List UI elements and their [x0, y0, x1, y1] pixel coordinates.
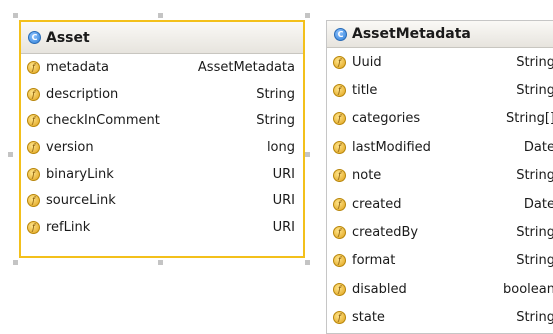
field-row[interactable]: f format String	[327, 247, 553, 275]
class-icon: C	[334, 27, 347, 41]
field-icon: f	[333, 311, 346, 325]
resize-handle-top-left[interactable]	[13, 13, 18, 18]
field-type: String	[516, 310, 553, 326]
field-row[interactable]: f lastModified Date	[327, 133, 553, 161]
field-icon: f	[333, 112, 346, 126]
resize-handle-middle-left[interactable]	[8, 152, 13, 157]
field-row[interactable]: f state String	[327, 304, 553, 332]
field-type: URI	[272, 193, 295, 209]
field-icon: f	[27, 220, 40, 234]
field-icon: f	[333, 140, 346, 154]
field-type: long	[266, 139, 295, 155]
field-row[interactable]: f description String	[21, 81, 303, 108]
field-type: String	[516, 253, 553, 269]
field-row[interactable]: f Uuid String	[327, 48, 553, 76]
field-icon: f	[27, 114, 40, 128]
field-row[interactable]: f created Date	[327, 190, 553, 218]
field-name: title	[352, 83, 378, 99]
field-row[interactable]: f refLink URI	[21, 214, 303, 241]
field-type: String	[516, 83, 553, 99]
field-type: Date	[523, 139, 553, 155]
field-type: boolean	[503, 281, 553, 297]
field-icon: f	[27, 167, 40, 181]
field-row[interactable]: f binaryLink URI	[21, 161, 303, 188]
field-icon: f	[333, 84, 346, 98]
resize-handle-top-middle[interactable]	[158, 13, 163, 18]
resize-handle-top-right[interactable]	[305, 13, 310, 18]
field-name: note	[352, 168, 382, 184]
field-icon: f	[27, 140, 40, 154]
field-icon: f	[333, 282, 346, 296]
field-type: String	[516, 225, 553, 241]
class-box-asset[interactable]: C Asset f metadata AssetMetadata f descript…	[19, 20, 305, 258]
field-row[interactable]: f sourceLink URI	[21, 187, 303, 214]
field-name: binaryLink	[46, 166, 114, 182]
resize-handle-bottom-left[interactable]	[13, 260, 18, 265]
resize-handle-bottom-middle[interactable]	[158, 260, 163, 265]
field-name: Uuid	[352, 54, 382, 70]
class-name: Asset	[46, 29, 90, 46]
field-name: categories	[352, 111, 421, 127]
field-type: String	[516, 54, 553, 70]
field-type: Date	[523, 196, 553, 212]
field-row[interactable]: f createdBy String	[327, 218, 553, 246]
field-row[interactable]: f metadata AssetMetadata	[21, 54, 303, 81]
resize-handle-bottom-right[interactable]	[305, 260, 310, 265]
field-type: String	[516, 168, 553, 184]
field-row[interactable]: f title String	[327, 76, 553, 104]
field-row[interactable]: f checkInComment String	[21, 107, 303, 134]
field-type: URI	[272, 166, 295, 182]
field-type: AssetMetadata	[197, 59, 295, 75]
field-type: URI	[272, 219, 295, 235]
field-row[interactable]: f version long	[21, 134, 303, 161]
field-icon: f	[27, 87, 40, 101]
field-name: lastModified	[352, 139, 431, 155]
class-box-asset-metadata[interactable]: C AssetMetadata f Uuid String f title String…	[326, 20, 553, 334]
field-name: disabled	[352, 281, 407, 297]
field-name: format	[352, 253, 396, 269]
field-row[interactable]: f disabled boolean	[327, 275, 553, 303]
field-row[interactable]: f note String	[327, 162, 553, 190]
field-name: sourceLink	[46, 193, 116, 209]
field-name: description	[46, 86, 119, 102]
field-type: String[]	[506, 111, 553, 127]
class-header: C Asset	[21, 22, 303, 54]
resize-handle-middle-right[interactable]	[305, 152, 310, 157]
field-name: version	[46, 139, 94, 155]
class-icon: C	[28, 31, 41, 44]
field-icon: f	[333, 226, 346, 240]
field-icon: f	[333, 254, 346, 268]
field-name: checkInComment	[46, 113, 160, 129]
field-type: String	[256, 86, 295, 102]
field-name: refLink	[46, 219, 91, 235]
field-name: state	[352, 310, 385, 326]
field-icon: f	[333, 55, 346, 69]
field-icon: f	[27, 194, 40, 208]
field-name: metadata	[46, 59, 110, 75]
class-name: AssetMetadata	[352, 26, 471, 42]
field-name: createdBy	[352, 225, 419, 241]
field-row[interactable]: f categories String[]	[327, 105, 553, 133]
field-icon: f	[27, 60, 40, 74]
field-icon: f	[333, 169, 346, 183]
class-header: C AssetMetadata	[327, 21, 553, 48]
field-type: String	[256, 113, 295, 129]
field-icon: f	[333, 197, 346, 211]
field-name: created	[352, 196, 402, 212]
